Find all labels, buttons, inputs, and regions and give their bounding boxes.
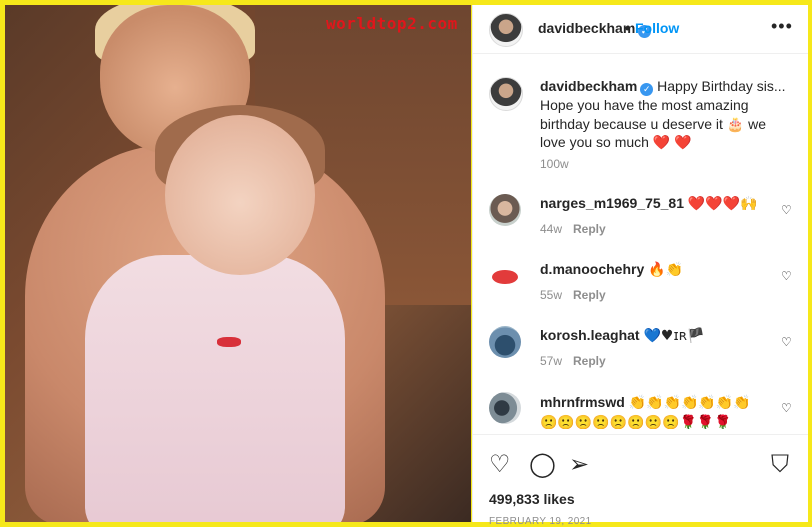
comment-text: 💙♥ɪʀ🏴 — [643, 328, 705, 344]
post-date[interactable]: FEBRUARY 19, 2021 — [489, 516, 592, 527]
comment-like-icon[interactable]: ♡ — [781, 203, 793, 217]
comment-avatar[interactable] — [489, 260, 521, 292]
photo-girl-dress — [85, 255, 345, 522]
post-side-panel: davidbeckham ✓ • Follow ••• davidbeckham ✓… — [472, 5, 808, 527]
caption-time[interactable]: 100w — [540, 157, 569, 171]
comment-row: mhrnfrmswd 👏👏👏👏👏👏👏 🙁🙁🙁🙁🙁🙁🙁🙁🌹🌹🌹 — [540, 393, 760, 429]
comment-time[interactable]: 44w — [540, 222, 562, 236]
caption-username[interactable]: davidbeckham — [540, 78, 637, 94]
post-actions-bar: ♡ ◯ ➢ ⛉ 499,833 likes FEBRUARY 19, 2021 — [473, 434, 808, 527]
comment-avatar[interactable] — [489, 326, 521, 358]
heart-outline-icon[interactable]: ♡ — [489, 450, 511, 478]
comment-row: d.manoochehry 🔥👏 — [540, 261, 683, 278]
comment-like-icon[interactable]: ♡ — [781, 335, 793, 349]
reply-button[interactable]: Reply — [573, 288, 606, 302]
comment-time[interactable]: 55w — [540, 288, 562, 302]
comment-row: korosh.leaghat 💙♥ɪʀ🏴 — [540, 327, 705, 344]
comment-username[interactable]: korosh.leaghat — [540, 327, 640, 343]
photo-girl-head — [165, 115, 315, 275]
caption: davidbeckham ✓ Happy Birthday sis... Hope… — [540, 77, 795, 152]
comment-text: ❤️❤️❤️🙌 — [687, 196, 758, 212]
paper-plane-icon[interactable]: ➢ — [569, 450, 589, 478]
comment-like-icon[interactable]: ♡ — [781, 269, 793, 283]
comment-icon[interactable]: ◯ — [529, 450, 556, 478]
follow-button[interactable]: Follow — [635, 20, 679, 36]
more-options-icon[interactable]: ••• — [771, 16, 793, 37]
caption-avatar[interactable] — [489, 77, 523, 111]
post-photo[interactable] — [5, 5, 471, 522]
comment-like-icon[interactable]: ♡ — [781, 401, 793, 415]
comment-row: narges_m1969_75_81 ❤️❤️❤️🙌 — [540, 195, 758, 212]
photo-bow — [217, 337, 241, 347]
comment-text: 🔥👏 — [648, 262, 684, 278]
comment-avatar[interactable] — [489, 194, 521, 226]
likes-count[interactable]: 499,833 likes — [489, 491, 575, 507]
header-avatar[interactable] — [489, 13, 523, 47]
reply-button[interactable]: Reply — [573, 354, 606, 368]
watermark: worldtop2.com — [326, 14, 458, 33]
bookmark-icon[interactable]: ⛉ — [771, 450, 789, 478]
comment-username[interactable]: d.manoochehry — [540, 261, 644, 277]
comment-username[interactable]: mhrnfrmswd — [540, 394, 625, 410]
reply-button[interactable]: Reply — [573, 222, 606, 236]
verified-badge-icon: ✓ — [640, 83, 654, 96]
comment-avatar[interactable] — [489, 392, 521, 424]
comment-time[interactable]: 57w — [540, 354, 562, 368]
header-username-text[interactable]: davidbeckham — [538, 20, 635, 36]
header-separator: • — [625, 20, 630, 36]
post-header: davidbeckham ✓ • Follow ••• — [473, 5, 808, 54]
comment-username[interactable]: narges_m1969_75_81 — [540, 195, 684, 211]
